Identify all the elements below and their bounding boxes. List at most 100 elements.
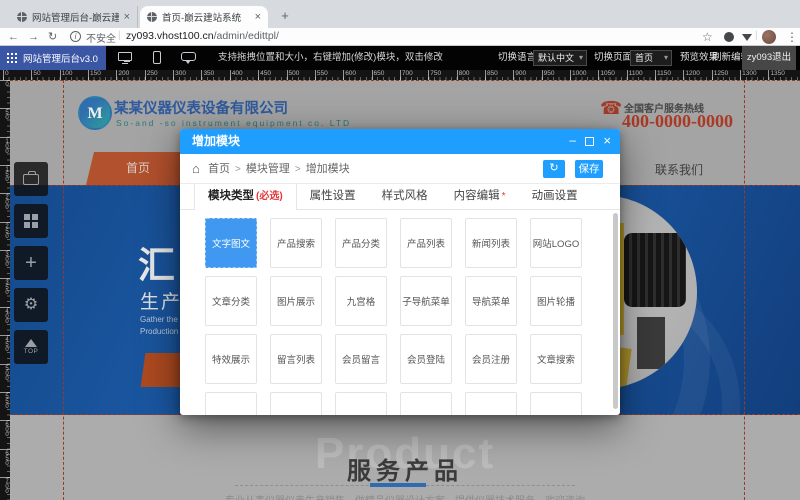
module-tile-label: 产品搜索 [277,236,315,250]
close-icon[interactable]: × [603,129,611,153]
editor-hint-text: 支持拖拽位置和大小，右键增加(修改)模块，双击修改 [218,46,443,70]
ruler-mark: 400 [230,70,243,80]
briefcase-icon [23,174,39,185]
breadcrumb-item[interactable]: 首页 [208,163,230,175]
module-tile-partial[interactable] [530,392,582,415]
module-tile[interactable]: 会员注册 [465,334,517,384]
module-tile[interactable]: 文字图文 [205,218,257,268]
extension-triangle-icon[interactable] [742,34,752,41]
module-tile[interactable]: 文章分类 [205,276,257,326]
module-tile-label: 导航菜单 [472,294,510,308]
module-tile[interactable]: 导航菜单 [465,276,517,326]
logout-button[interactable]: zy093退出 [742,46,796,70]
ruler-mark: 150 [0,165,10,182]
module-tile-partial[interactable] [465,392,517,415]
browser-tab-homepage[interactable]: 首页-巅云建站系统 × [140,6,268,28]
browser-menu-icon[interactable]: ⋮ [786,29,798,45]
module-tile[interactable]: 会员留言 [335,334,387,384]
ruler-mark: 1300 [740,70,756,80]
ruler-mark: 200 [116,70,129,80]
save-button[interactable]: 保存 [575,160,603,178]
module-tile-label: 会员登陆 [407,352,445,366]
dialog-tab[interactable]: 内容编辑* [441,184,519,209]
ruler-mark: 100 [0,137,10,154]
dialog-tab[interactable]: 动画设置 [519,184,591,209]
products-title: 服务产品 [10,451,800,486]
minimize-icon[interactable]: – [569,129,576,152]
url-text[interactable]: zy093.vhost100.cn/admin/edittpl/ [126,30,279,42]
chevron-down-icon: ▾ [579,51,583,65]
module-tile[interactable]: 留言列表 [270,334,322,384]
mobile-preview-icon[interactable] [153,51,161,64]
module-tile[interactable]: 文章搜索 [530,334,582,384]
forward-icon[interactable]: → [28,29,39,45]
back-icon[interactable]: ← [8,29,19,45]
ruler-mark: 600 [343,70,356,80]
ruler-mark: 550 [315,70,328,80]
extension-icon[interactable] [724,29,734,47]
desktop-preview-icon[interactable] [118,52,132,61]
restore-icon[interactable] [585,137,594,146]
required-marker: * [502,191,506,202]
module-tile-partial[interactable] [400,392,452,415]
module-tile[interactable]: 新闻列表 [465,218,517,268]
company-name: 某某仪器仪表设备有限公司 [114,97,288,118]
module-tile[interactable]: 产品搜索 [270,218,322,268]
new-tab-button[interactable]: + [276,7,294,25]
dialog-tab[interactable]: 属性设置 [297,184,369,209]
toolbox-button[interactable] [14,162,48,196]
module-tile[interactable]: 图片展示 [270,276,322,326]
profile-avatar[interactable] [762,30,776,44]
url-host: zy093.vhost100.cn [126,30,214,42]
dialog-titlebar[interactable]: 增加模块 – × [180,129,620,154]
module-tile[interactable]: 特效展示 [205,334,257,384]
arrow-up-icon [25,339,37,347]
module-tile-partial[interactable] [270,392,322,415]
breadcrumb-item[interactable]: 模块管理 [246,163,290,175]
page-select[interactable]: 首页▾ [630,50,672,66]
modules-button[interactable] [14,204,48,238]
dialog-refresh-button[interactable]: ↻ [543,160,565,178]
back-to-top-button[interactable]: TOP [14,330,48,364]
module-tile[interactable]: 产品列表 [400,218,452,268]
browser-address-bar: ← → ↻ i 不安全 | zy093.vhost100.cn/admin/ed… [0,28,800,46]
chat-icon[interactable] [181,52,196,61]
module-tile[interactable]: 会员登陆 [400,334,452,384]
module-tile[interactable]: 产品分类 [335,218,387,268]
ruler-mark: 350 [201,70,214,80]
module-tile-label: 会员留言 [342,352,380,366]
layout-guide [63,80,64,500]
reload-icon[interactable]: ↻ [48,29,57,45]
module-tile[interactable]: 九宫格 [335,276,387,326]
dialog-tab[interactable]: 样式风格 [369,184,441,209]
module-tile[interactable]: 图片轮播 [530,276,582,326]
browser-tab-admin[interactable]: 网站管理后台-巅云建站系统 × [10,6,138,28]
info-icon[interactable]: i [70,31,81,42]
required-marker: (必选) [256,191,283,202]
ruler-mark: 50 [0,108,10,120]
bookmark-star-icon[interactable]: ☆ [702,29,713,45]
module-tile[interactable]: 网站LOGO [530,218,582,268]
photo-detail [637,317,665,369]
module-tile-partial[interactable] [335,392,387,415]
admin-toolbar: 网站管理后台v3.0 支持拖拽位置和大小，右键增加(修改)模块，双击修改 切换语… [0,46,800,70]
dialog-title: 增加模块 [192,129,240,154]
layout-guide [10,80,800,81]
dialog-scrollbar[interactable] [613,213,618,409]
ruler-mark: 350 [0,278,10,295]
language-select[interactable]: 默认中文▾ [533,50,587,66]
module-tile-label: 图片轮播 [537,294,575,308]
module-tile-partial[interactable] [205,392,257,415]
module-tile[interactable]: 子导航菜单 [400,276,452,326]
breadcrumb-item[interactable]: 增加模块 [306,163,350,175]
module-tile-label: 图片展示 [277,294,315,308]
grid-icon [24,214,38,228]
tab-close-icon[interactable]: × [124,12,130,22]
settings-button[interactable]: ⚙ [14,288,48,322]
dialog-tab[interactable]: 模块类型(必选) [194,184,297,210]
site-nav-contact[interactable]: 联系我们 [655,161,703,178]
site-nav-home[interactable]: 首页 [86,152,190,185]
add-module-button[interactable]: + [14,246,48,280]
module-tile-label: 特效展示 [212,352,250,366]
tab-close-icon[interactable]: × [255,12,261,22]
